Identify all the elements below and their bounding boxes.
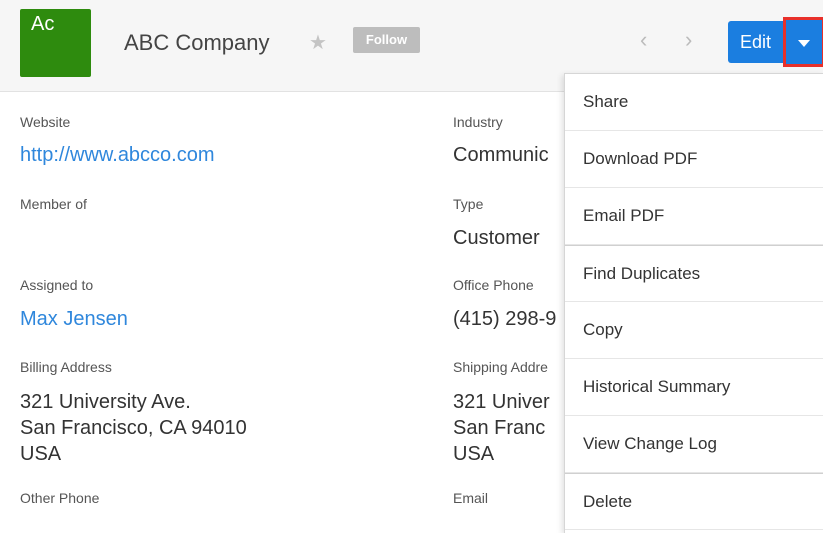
shipping-line2: San Franc [453,417,546,439]
previous-record-icon[interactable]: ‹ [640,29,647,51]
star-icon[interactable]: ★ [309,30,327,55]
caret-down-icon [798,40,810,47]
follow-button[interactable]: Follow [353,27,420,53]
billing-line2: San Francisco, CA 94010 [20,417,247,439]
industry-label: Industry [453,114,503,130]
edit-button[interactable]: Edit [728,21,783,63]
assigned-to-label: Assigned to [20,277,94,293]
email-label: Email [453,490,489,506]
website-label: Website [20,114,71,130]
menu-item-historical-summary[interactable]: Historical Summary [565,359,823,416]
website-link[interactable]: http://www.abcco.com [20,144,215,167]
member-of-label: Member of [20,196,87,212]
menu-item-share[interactable]: Share [565,74,823,131]
avatar-text: Ac [31,13,55,35]
menu-item-email-pdf[interactable]: Email PDF [565,188,823,245]
industry-value: Communic [453,144,549,166]
other-phone-label: Other Phone [20,490,100,506]
type-value: Customer [453,227,540,249]
shipping-address-label: Shipping Addre [453,359,548,375]
office-phone-label: Office Phone [453,277,534,293]
menu-item-download-pdf[interactable]: Download PDF [565,131,823,188]
assigned-user-link[interactable]: Max Jensen [20,308,128,331]
menu-item-view-change-log[interactable]: View Change Log [565,416,823,473]
menu-item-copy[interactable]: Copy [565,302,823,359]
billing-line1: 321 University Ave. [20,391,191,413]
shipping-address-value: 321 Univer San Franc USA [453,389,550,467]
billing-address-label: Billing Address [20,359,112,375]
shipping-line3: USA [453,443,495,465]
page-title: ABC Company [124,30,270,55]
actions-dropdown-button[interactable] [783,17,823,67]
billing-line3: USA [20,443,62,465]
actions-menu: Share Download PDF Email PDF Find Duplic… [564,73,823,533]
avatar: Ac [20,9,91,77]
menu-item-delete[interactable]: Delete [565,473,823,530]
office-phone-value: (415) 298-9 [453,308,557,330]
type-label: Type [453,196,484,212]
menu-item-find-duplicates[interactable]: Find Duplicates [565,245,823,302]
billing-address-value: 321 University Ave. San Francisco, CA 94… [20,389,247,467]
shipping-line1: 321 Univer [453,391,550,413]
next-record-icon[interactable]: › [685,29,692,51]
